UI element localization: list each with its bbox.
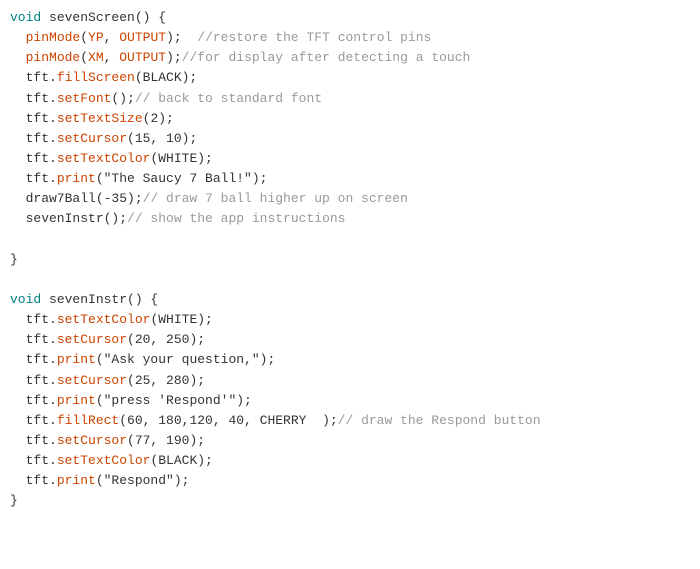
code-line-19: tft.setCursor(25, 280); [10, 371, 690, 391]
code-line-18: tft.print("Ask your question,"); [10, 350, 690, 370]
code-line-11: sevenInstr();// show the app instruction… [10, 209, 690, 229]
code-line-17: tft.setCursor(20, 250); [10, 330, 690, 350]
code-line-20: tft.print("press 'Respond'"); [10, 391, 690, 411]
code-line-21: tft.fillRect(60, 180,120, 40, CHERRY );/… [10, 411, 690, 431]
code-block: void sevenScreen() { pinMode(YP, OUTPUT)… [0, 8, 700, 512]
code-container: void sevenScreen() { pinMode(YP, OUTPUT)… [0, 0, 700, 569]
code-line-4: tft.fillScreen(BLACK); [10, 68, 690, 88]
code-line-2: pinMode(YP, OUTPUT); //restore the TFT c… [10, 28, 690, 48]
code-line-1: void sevenScreen() { [10, 8, 690, 28]
code-line-8: tft.setTextColor(WHITE); [10, 149, 690, 169]
code-line-23: tft.setTextColor(BLACK); [10, 451, 690, 471]
code-line-9: tft.print("The Saucy 7 Ball!"); [10, 169, 690, 189]
code-line-22: tft.setCursor(77, 190); [10, 431, 690, 451]
code-line-5: tft.setFont();// back to standard font [10, 89, 690, 109]
code-line-16: tft.setTextColor(WHITE); [10, 310, 690, 330]
code-line-15: void sevenInstr() { [10, 290, 690, 310]
code-line-7: tft.setCursor(15, 10); [10, 129, 690, 149]
code-line-3: pinMode(XM, OUTPUT);//for display after … [10, 48, 690, 68]
code-line-10: draw7Ball(-35);// draw 7 ball higher up … [10, 189, 690, 209]
code-line-6: tft.setTextSize(2); [10, 109, 690, 129]
code-line-25: } [10, 491, 690, 511]
code-line-13: } [10, 250, 690, 270]
code-line-12 [10, 230, 690, 250]
code-line-24: tft.print("Respond"); [10, 471, 690, 491]
code-line-14 [10, 270, 690, 290]
